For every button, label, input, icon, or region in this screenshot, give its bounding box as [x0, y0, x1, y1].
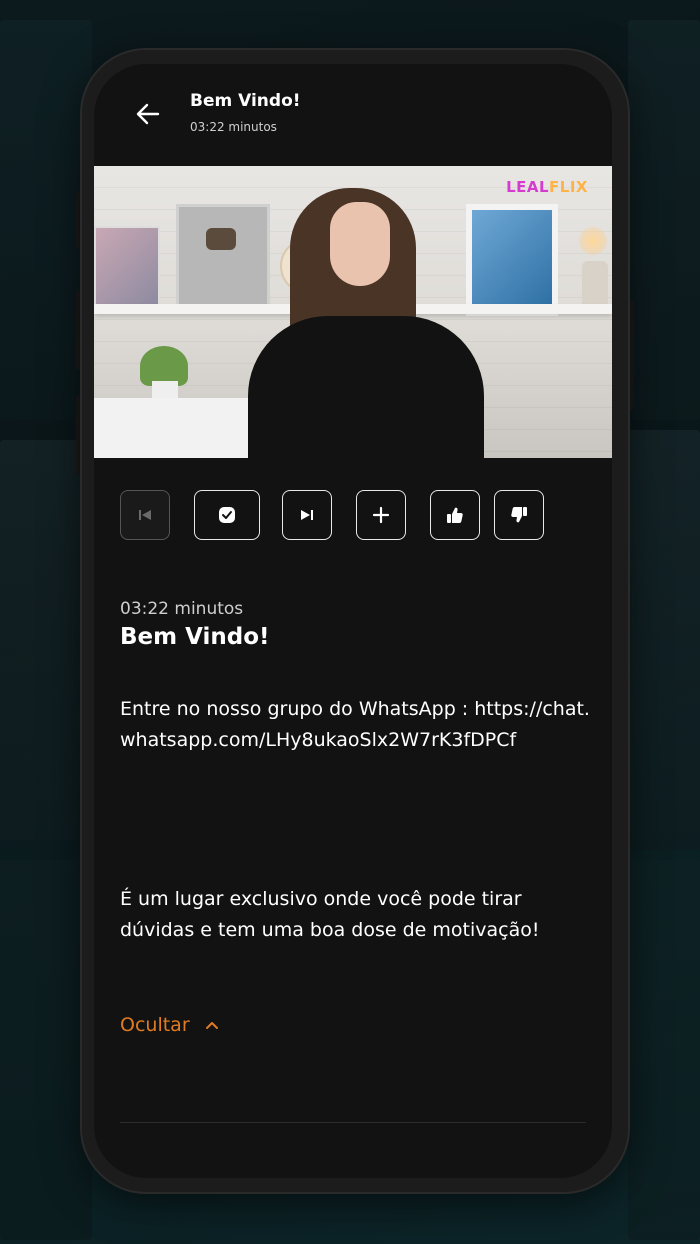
skip-next-icon	[301, 510, 313, 520]
previous-lesson-button[interactable]	[120, 490, 170, 540]
video-wall-frame	[466, 204, 558, 316]
check-badge-icon	[219, 507, 235, 523]
lesson-title: Bem Vindo!	[120, 624, 270, 650]
lesson-duration: 03:22 minutos	[120, 599, 244, 619]
watermark-left: LEAL	[506, 178, 550, 196]
background-poster-right-top	[628, 20, 700, 420]
mark-complete-button[interactable]	[194, 490, 260, 540]
lesson-description-link[interactable]: Entre no nosso grupo do WhatsApp : https…	[120, 694, 590, 756]
add-to-list-button[interactable]	[356, 490, 406, 540]
video-presenter-face	[330, 202, 390, 286]
dislike-button[interactable]	[494, 490, 544, 540]
page-title: Bem Vindo!	[190, 91, 301, 111]
video-wall-frame	[176, 204, 270, 310]
lesson-description-text: É um lugar exclusivo onde você pode tira…	[120, 888, 540, 941]
skip-previous-icon	[139, 510, 151, 520]
like-button[interactable]	[430, 490, 480, 540]
video-desk	[94, 398, 264, 458]
video-play-plaque	[206, 228, 236, 250]
video-wall-frame	[94, 226, 160, 308]
background-poster-left-bottom	[0, 860, 92, 1240]
background-poster-right-middle	[628, 430, 700, 850]
video-lamp	[582, 261, 608, 305]
arrow-left-icon	[136, 103, 160, 125]
video-plant-pot	[152, 381, 178, 399]
lesson-screen: Bem Vindo! 03:22 minutos LEALFLIX 03:22 …	[94, 64, 612, 1178]
background-poster-right-bottom	[628, 860, 700, 1240]
page-subtitle: 03:22 minutos	[190, 120, 277, 134]
video-player[interactable]: LEALFLIX	[94, 166, 612, 458]
next-lesson-button[interactable]	[282, 490, 332, 540]
background-poster-left-middle	[0, 440, 92, 840]
thumbs-up-icon	[447, 507, 463, 523]
plus-icon	[372, 506, 390, 524]
back-button[interactable]	[132, 98, 164, 130]
video-watermark-logo: LEALFLIX	[506, 178, 588, 196]
video-lamp-glow	[578, 226, 608, 256]
video-plant	[140, 346, 188, 386]
lesson-actions	[120, 490, 600, 542]
divider	[120, 1122, 586, 1123]
hide-description-label: Ocultar	[120, 1014, 190, 1036]
watermark-right: FLIX	[549, 178, 588, 196]
thumbs-down-icon	[511, 507, 527, 523]
video-presenter-body	[248, 316, 484, 458]
hide-description-toggle[interactable]: Ocultar	[120, 1014, 220, 1036]
header: Bem Vindo! 03:22 minutos	[94, 64, 612, 164]
chevron-up-icon	[205, 1022, 218, 1029]
